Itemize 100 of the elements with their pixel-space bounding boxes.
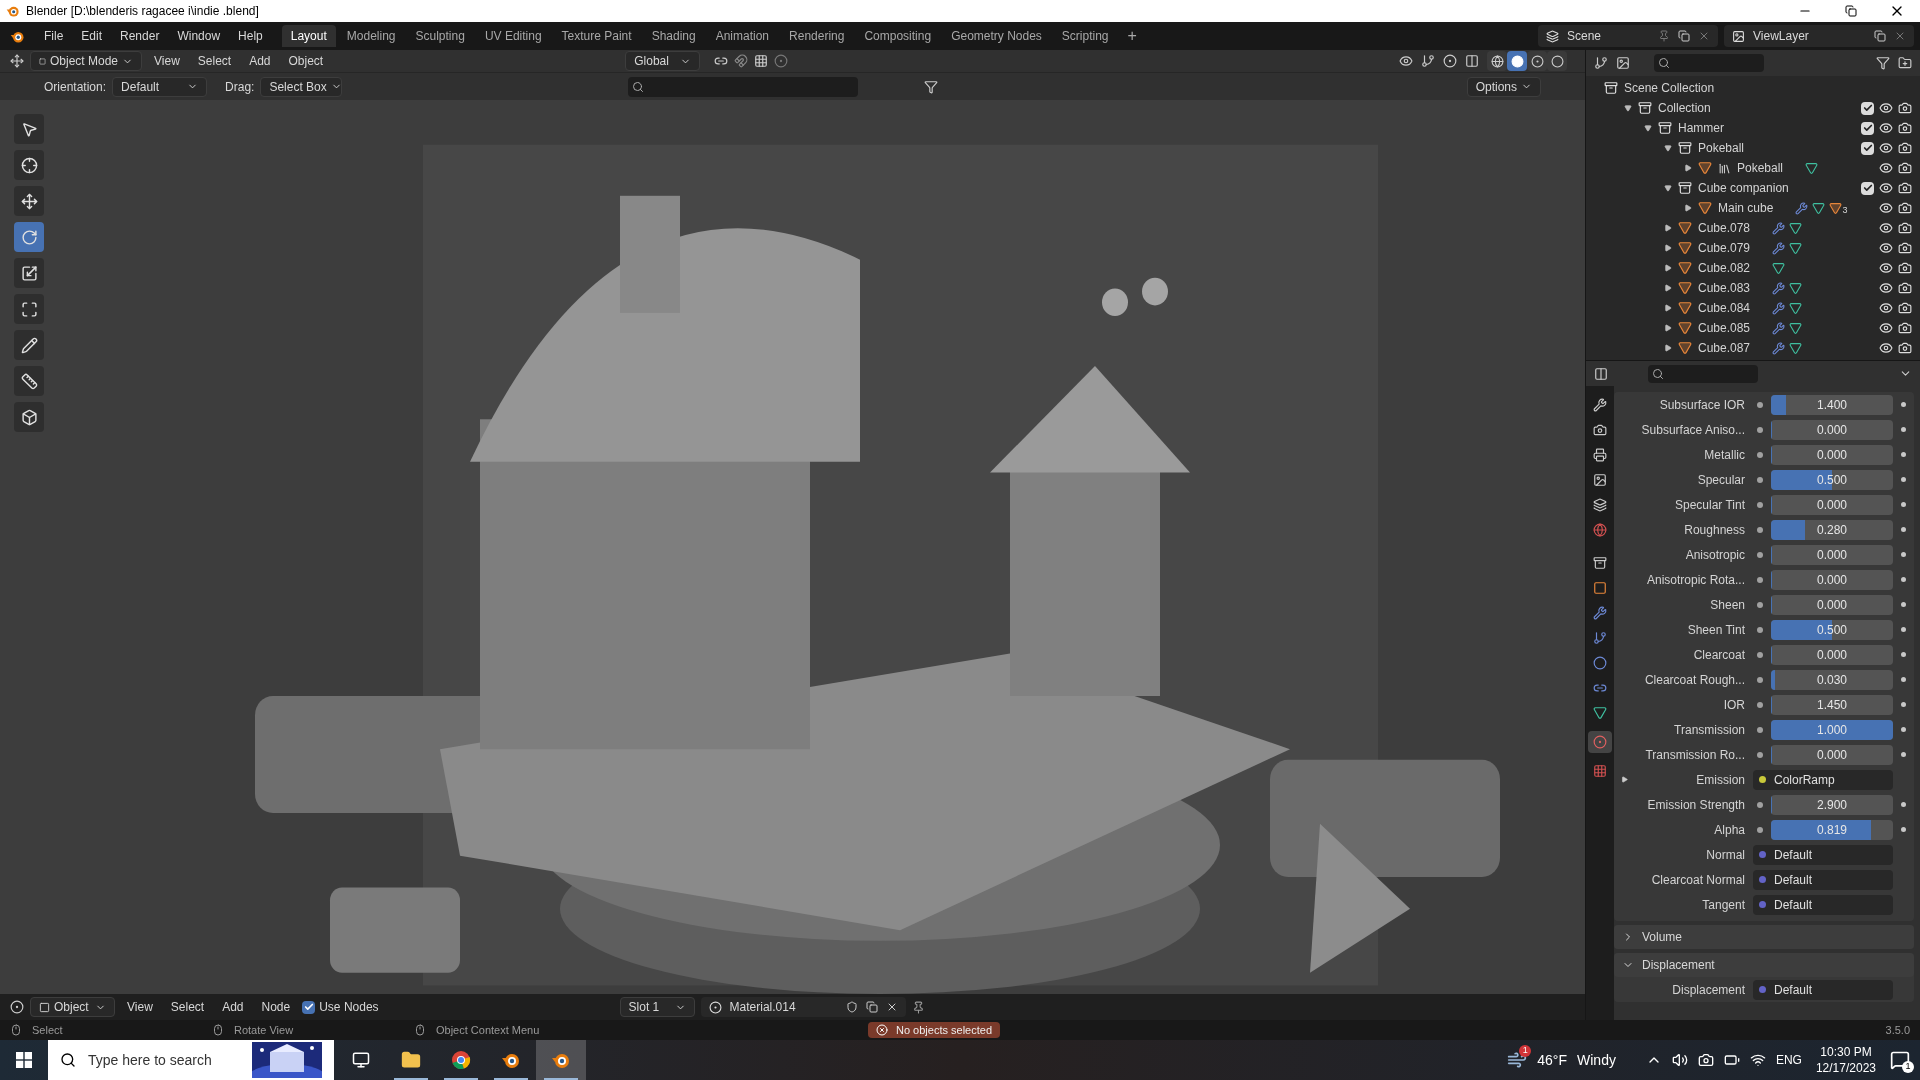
expand-arrow-icon[interactable]: [1620, 776, 1628, 783]
mode-dropdown[interactable]: Object Mode: [30, 51, 142, 71]
outliner-item[interactable]: Cube companion: [1698, 179, 1789, 197]
transform-orientation-dropdown[interactable]: Global: [625, 51, 701, 71]
camera-icon[interactable]: [1898, 241, 1912, 255]
outliner-item[interactable]: Cube.087: [1698, 339, 1751, 357]
expand-arrow-icon[interactable]: [1684, 164, 1692, 172]
camera-icon[interactable]: [1898, 301, 1912, 315]
eye-icon[interactable]: [1879, 121, 1893, 135]
camera-icon[interactable]: [1898, 321, 1912, 335]
menu-item[interactable]: Help: [229, 27, 272, 45]
value-slider[interactable]: 0.000: [1771, 544, 1893, 565]
link-field[interactable]: Default: [1753, 844, 1893, 865]
scene-selector[interactable]: Scene: [1538, 25, 1718, 47]
shading-mode-button[interactable]: [1547, 51, 1567, 71]
expand-arrow-icon[interactable]: [1664, 284, 1672, 292]
cursor-tool-button[interactable]: [14, 150, 44, 180]
proportional-edit-icon[interactable]: [774, 54, 789, 68]
wifi-icon[interactable]: [1749, 1052, 1766, 1068]
display-mode-icon[interactable]: [1594, 56, 1608, 70]
value-slider[interactable]: 0.000: [1771, 494, 1893, 515]
add-workspace-button[interactable]: +: [1119, 28, 1145, 44]
physics-tab-icon[interactable]: [1593, 656, 1607, 670]
menu-item[interactable]: Edit: [72, 27, 112, 45]
eye-icon[interactable]: [1879, 261, 1893, 275]
eye-icon[interactable]: [1879, 281, 1893, 295]
camera-icon[interactable]: [1898, 141, 1912, 155]
camera-icon[interactable]: [1898, 181, 1912, 195]
value-slider[interactable]: 2.900: [1771, 794, 1893, 815]
value-slider[interactable]: 0.819: [1771, 819, 1893, 840]
camera-icon[interactable]: [1898, 201, 1912, 215]
viewport-search-field[interactable]: [628, 76, 859, 97]
menu-item[interactable]: Window: [168, 27, 230, 45]
object-type-dropdown[interactable]: Object: [30, 997, 115, 1017]
menu-item[interactable]: Object: [282, 52, 330, 70]
outliner-item[interactable]: Cube.084: [1698, 299, 1751, 317]
outliner-item[interactable]: Main cube: [1718, 199, 1774, 217]
material-selector[interactable]: Material.014: [700, 997, 906, 1017]
workspace-tab[interactable]: Scripting: [1052, 25, 1118, 47]
editor-type-icon[interactable]: [10, 54, 24, 68]
notifications-icon[interactable]: [1890, 1050, 1910, 1070]
camera-icon[interactable]: [1898, 161, 1912, 175]
link-field[interactable]: Default: [1753, 894, 1893, 915]
constraints-tab-icon[interactable]: [1593, 681, 1607, 695]
workspace-tab[interactable]: UV Editing: [475, 25, 551, 47]
camera-icon[interactable]: [1898, 121, 1912, 135]
eye-icon[interactable]: [1879, 341, 1893, 355]
object-tab-icon[interactable]: [1593, 581, 1607, 595]
particles-tab-icon[interactable]: [1593, 631, 1607, 645]
select-tool-button[interactable]: [14, 114, 44, 144]
render-tab-icon[interactable]: [1593, 423, 1607, 437]
panel-header[interactable]: Displacement: [1614, 953, 1914, 977]
expand-arrow-icon[interactable]: [1664, 344, 1672, 352]
volume-icon[interactable]: [1671, 1052, 1688, 1068]
workspace-tab[interactable]: Modeling: [337, 25, 405, 47]
camera-icon[interactable]: [1898, 341, 1912, 355]
value-slider[interactable]: 0.030: [1771, 669, 1893, 690]
outliner-item[interactable]: Cube.078: [1698, 219, 1751, 237]
view-layer-icon[interactable]: [1616, 56, 1630, 70]
output-tab-icon[interactable]: [1593, 448, 1607, 462]
collection-tab-icon[interactable]: [1593, 556, 1607, 570]
value-slider[interactable]: 0.000: [1771, 444, 1893, 465]
link-field[interactable]: Default: [1753, 979, 1893, 1000]
link-field[interactable]: Default: [1753, 869, 1893, 890]
eye-icon[interactable]: [1879, 181, 1893, 195]
use-nodes-checkbox[interactable]: Use Nodes: [302, 998, 379, 1016]
editor-type-icon[interactable]: [1594, 366, 1608, 381]
scale-tool-button[interactable]: [14, 258, 44, 288]
transform-tool-button[interactable]: [14, 294, 44, 324]
panel-header[interactable]: Volume: [1614, 925, 1914, 949]
drag-dropdown[interactable]: Select Box: [260, 76, 343, 97]
slot-dropdown[interactable]: Slot 1: [619, 997, 695, 1017]
menu-item[interactable]: View: [121, 998, 159, 1016]
menu-item[interactable]: View: [148, 52, 186, 70]
value-slider[interactable]: 0.000: [1771, 569, 1893, 590]
expand-arrow-icon[interactable]: [1664, 244, 1672, 252]
search-field[interactable]: Type here to search: [88, 1049, 240, 1071]
camera-icon[interactable]: [1898, 221, 1912, 235]
workspace-tab[interactable]: Layout: [281, 25, 336, 47]
outliner-search-field[interactable]: [1654, 54, 1764, 72]
move-tool-button[interactable]: [14, 186, 44, 216]
battery-icon[interactable]: [1723, 1052, 1740, 1068]
properties-search-field[interactable]: [1648, 364, 1758, 383]
outliner-item[interactable]: Pokeball: [1698, 139, 1745, 157]
workspace-tab[interactable]: Animation: [706, 25, 779, 47]
workspace-tab[interactable]: Compositing: [855, 25, 941, 47]
new-collection-icon[interactable]: [1898, 56, 1912, 70]
snap-target-icon[interactable]: [754, 54, 769, 68]
workspace-tab[interactable]: Sculpting: [406, 25, 474, 47]
link-field[interactable]: ColorRamp: [1753, 769, 1893, 790]
pivot-icon[interactable]: [714, 54, 729, 68]
expand-arrow-icon[interactable]: [1664, 324, 1672, 332]
workspace-tab[interactable]: Texture Paint: [552, 25, 641, 47]
modifier-tab-icon[interactable]: [1593, 606, 1607, 620]
value-slider[interactable]: 0.000: [1771, 594, 1893, 615]
camera-icon[interactable]: [1697, 1052, 1714, 1068]
camera-icon[interactable]: [1898, 281, 1912, 295]
eye-icon[interactable]: [1879, 141, 1893, 155]
shading-mode-button[interactable]: [1527, 51, 1547, 71]
value-slider[interactable]: 1.450: [1771, 694, 1893, 715]
